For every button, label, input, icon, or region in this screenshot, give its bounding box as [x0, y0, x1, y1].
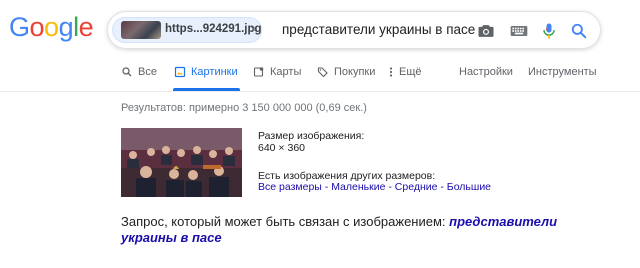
image-size-label: Размер изображения:: [258, 130, 365, 142]
tab-images[interactable]: Картинки: [174, 66, 238, 78]
tab-label: Покупки: [334, 66, 376, 78]
tab-label: Ещё: [399, 66, 422, 78]
tab-more[interactable]: Ещё: [388, 66, 422, 78]
image-chip[interactable]: https...924291.jpg ×: [112, 17, 262, 43]
settings-label: Настройки: [459, 66, 513, 78]
google-logo[interactable]: Google: [9, 12, 94, 42]
size-links: Все размеры - Маленькие - Средние - Боль…: [258, 181, 491, 193]
tab-all[interactable]: Все: [121, 66, 157, 78]
size-separator: -: [321, 181, 332, 193]
search-input[interactable]: представители украины в пасе: [282, 22, 475, 37]
search-tabs: Все Картинки Карты Покупки Ещё Настройки…: [0, 66, 640, 86]
logo-letter: o: [44, 12, 59, 42]
tools-link[interactable]: Инструменты: [528, 66, 597, 78]
tab-shopping[interactable]: Покупки: [317, 66, 375, 78]
settings-link[interactable]: Настройки: [459, 66, 513, 78]
size-link-all[interactable]: Все размеры: [258, 181, 322, 193]
photo-illustration: [121, 128, 242, 197]
image-chip-thumbnail: [121, 21, 161, 39]
logo-letter: G: [9, 12, 30, 42]
tab-label: Карты: [270, 66, 302, 78]
image-icon: [174, 66, 186, 78]
size-separator: -: [385, 181, 395, 193]
tab-maps[interactable]: Карты: [253, 66, 301, 78]
size-link-small[interactable]: Маленькие: [331, 181, 385, 193]
image-chip-label: https...924291.jpg: [165, 23, 262, 35]
result-image-thumbnail[interactable]: [121, 128, 242, 197]
keyboard-icon[interactable]: [509, 21, 529, 41]
image-size-value: 640 × 360: [258, 142, 306, 154]
logo-letter: g: [58, 12, 74, 42]
results-count: Результатов: примерно 3 150 000 000 (0,6…: [121, 102, 367, 114]
size-separator: -: [437, 181, 447, 193]
search-icon: [122, 67, 132, 77]
microphone-icon[interactable]: [539, 21, 559, 41]
tools-label: Инструменты: [528, 66, 597, 78]
related-query-prefix: Запрос, который может быть связан с изоб…: [121, 214, 446, 229]
header-divider: [0, 91, 640, 92]
map-icon: [253, 67, 264, 77]
search-box[interactable]: https...924291.jpg × представители украи…: [107, 11, 601, 49]
tab-label: Картинки: [191, 66, 238, 78]
search-icon[interactable]: [569, 21, 589, 41]
size-link-medium[interactable]: Средние: [395, 181, 438, 193]
tag-icon: [317, 67, 328, 78]
camera-icon[interactable]: [476, 21, 496, 41]
more-vert-icon: [389, 67, 393, 77]
related-query: Запрос, который может быть связан с изоб…: [121, 214, 561, 246]
tab-label: Все: [138, 66, 157, 78]
logo-letter: e: [78, 12, 94, 42]
logo-letter: o: [29, 12, 45, 42]
close-icon[interactable]: ×: [250, 22, 257, 36]
size-link-large[interactable]: Большие: [447, 181, 491, 193]
